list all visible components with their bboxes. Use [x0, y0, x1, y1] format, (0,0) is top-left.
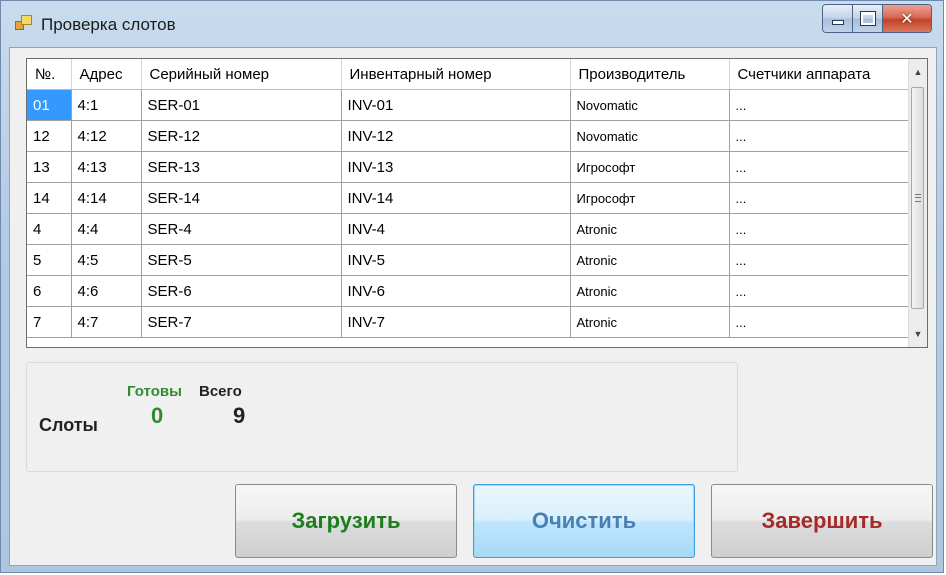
maximize-button[interactable]: [853, 5, 883, 32]
cell-counters[interactable]: ...: [729, 244, 910, 276]
caption-buttons: ✕: [822, 4, 932, 33]
window-title: Проверка слотов: [41, 15, 176, 34]
column-header-number[interactable]: №.: [27, 59, 72, 90]
cell-counters[interactable]: ...: [729, 89, 910, 121]
finish-button[interactable]: Завершить: [711, 484, 933, 558]
cell-address[interactable]: 4:4: [71, 213, 142, 245]
cell-inventory[interactable]: INV-01: [341, 89, 571, 121]
cell-serial[interactable]: SER-4: [141, 213, 342, 245]
cell-number[interactable]: 7: [27, 306, 72, 338]
cell-manufacturer[interactable]: Игрософт: [570, 182, 730, 214]
column-header-counters[interactable]: Счетчики аппарата: [729, 59, 910, 90]
cell-number[interactable]: 6: [27, 275, 72, 307]
column-header-inventory[interactable]: Инвентарный номер: [341, 59, 571, 90]
table-row[interactable]: 13 4:13 SER-13 INV-13 Игрософт...: [27, 151, 910, 183]
maximize-icon: [859, 11, 876, 26]
ready-label: Готовы: [127, 383, 182, 400]
cell-serial[interactable]: SER-13: [141, 151, 342, 183]
total-count: 9: [233, 403, 246, 428]
cell-counters[interactable]: ...: [729, 213, 910, 245]
cell-counters[interactable]: ...: [729, 182, 910, 214]
cell-address[interactable]: 4:12: [71, 120, 142, 152]
app-window-icon: [15, 15, 32, 31]
table-row[interactable]: 01 4:1 SER-01 INV-01 Novomatic...: [27, 89, 910, 121]
table-row[interactable]: 6 4:6 SER-6 INV-6 Atronic...: [27, 275, 910, 307]
cell-address[interactable]: 4:1: [71, 89, 142, 121]
cell-manufacturer[interactable]: Atronic: [570, 213, 730, 245]
cell-serial[interactable]: SER-6: [141, 275, 342, 307]
title-bar[interactable]: Проверка слотов ✕: [1, 1, 945, 47]
minimize-button[interactable]: [823, 5, 853, 32]
cell-serial[interactable]: SER-7: [141, 306, 342, 338]
slots-table: №. Адрес Серийный номер Инвентарный номер Пр…: [27, 59, 910, 338]
cell-inventory[interactable]: INV-13: [341, 151, 571, 183]
ready-count: 0: [151, 403, 164, 428]
cell-inventory[interactable]: INV-6: [341, 275, 571, 307]
cell-manufacturer[interactable]: Atronic: [570, 306, 730, 338]
grip-icon: [914, 194, 921, 202]
cell-address[interactable]: 4:13: [71, 151, 142, 183]
cell-inventory[interactable]: INV-5: [341, 244, 571, 276]
cell-manufacturer[interactable]: Игрософт: [570, 151, 730, 183]
cell-number[interactable]: 01: [27, 89, 72, 121]
cell-counters[interactable]: ...: [729, 151, 910, 183]
cell-manufacturer[interactable]: Novomatic: [570, 89, 730, 121]
cell-manufacturer[interactable]: Atronic: [570, 275, 730, 307]
load-button[interactable]: Загрузить: [235, 484, 457, 558]
table-row[interactable]: 12 4:12 SER-12 INV-12 Novomatic...: [27, 120, 910, 152]
table-row[interactable]: 5 4:5 SER-5 INV-5 Atronic...: [27, 244, 910, 276]
cell-inventory[interactable]: INV-4: [341, 213, 571, 245]
table-row[interactable]: 7 4:7 SER-7 INV-7 Atronic...: [27, 306, 910, 338]
slots-label: Слоты: [39, 415, 98, 435]
cell-serial[interactable]: SER-5: [141, 244, 342, 276]
cell-number[interactable]: 13: [27, 151, 72, 183]
cell-counters[interactable]: ...: [729, 275, 910, 307]
stats-panel: Слоты Готовы Всего 0 9: [26, 362, 738, 472]
cell-inventory[interactable]: INV-14: [341, 182, 571, 214]
cell-serial[interactable]: SER-12: [141, 120, 342, 152]
arrow-up-icon[interactable]: ▲: [909, 63, 927, 81]
column-header-manufacturer[interactable]: Производитель: [570, 59, 730, 90]
cell-address[interactable]: 4:6: [71, 275, 142, 307]
cell-manufacturer[interactable]: Atronic: [570, 244, 730, 276]
cell-number[interactable]: 4: [27, 213, 72, 245]
scrollbar-thumb[interactable]: [911, 87, 924, 309]
minimize-icon: [831, 20, 844, 25]
clear-button[interactable]: Очистить: [473, 484, 695, 558]
cell-inventory[interactable]: INV-12: [341, 120, 571, 152]
column-header-serial[interactable]: Серийный номер: [141, 59, 342, 90]
column-header-address[interactable]: Адрес: [71, 59, 142, 90]
cell-address[interactable]: 4:5: [71, 244, 142, 276]
table-row[interactable]: 4 4:4 SER-4 INV-4 Atronic...: [27, 213, 910, 245]
cell-number[interactable]: 5: [27, 244, 72, 276]
cell-serial[interactable]: SER-01: [141, 89, 342, 121]
cell-number[interactable]: 12: [27, 120, 72, 152]
table-row[interactable]: 14 4:14 SER-14 INV-14 Игрософт...: [27, 182, 910, 214]
slots-grid[interactable]: №. Адрес Серийный номер Инвентарный номер Пр…: [26, 58, 928, 348]
close-button[interactable]: ✕: [883, 5, 931, 32]
client-area: №. Адрес Серийный номер Инвентарный номер Пр…: [9, 47, 937, 566]
cell-serial[interactable]: SER-14: [141, 182, 342, 214]
arrow-down-icon[interactable]: ▼: [909, 325, 927, 343]
cell-manufacturer[interactable]: Novomatic: [570, 120, 730, 152]
close-icon: ✕: [900, 9, 914, 28]
cell-inventory[interactable]: INV-7: [341, 306, 571, 338]
vertical-scrollbar[interactable]: ▲ ▼: [908, 59, 927, 347]
total-label: Всего: [199, 383, 242, 400]
cell-counters[interactable]: ...: [729, 306, 910, 338]
cell-address[interactable]: 4:14: [71, 182, 142, 214]
cell-number[interactable]: 14: [27, 182, 72, 214]
slot-check-window: Проверка слотов ✕ №. Адрес Серийный номер И…: [0, 0, 944, 573]
cell-address[interactable]: 4:7: [71, 306, 142, 338]
cell-counters[interactable]: ...: [729, 120, 910, 152]
